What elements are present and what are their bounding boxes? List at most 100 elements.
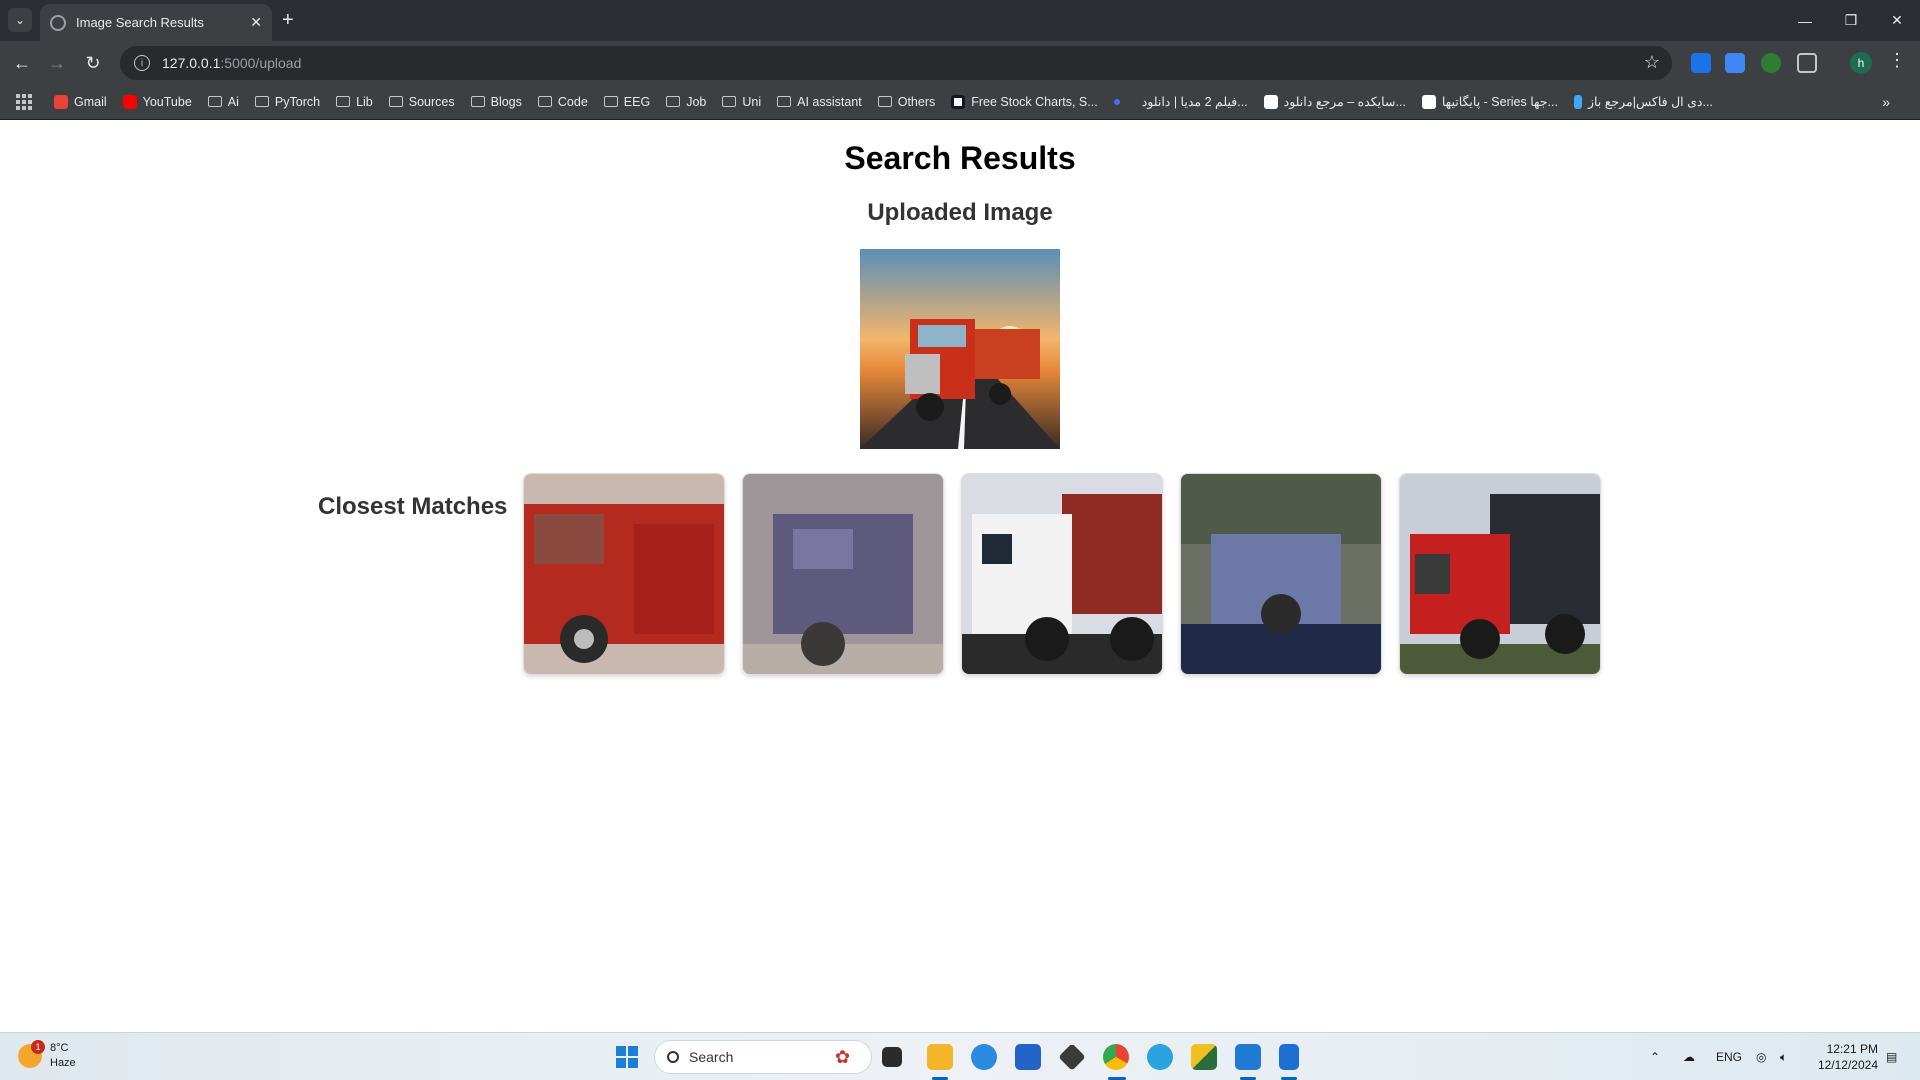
file-explorer-icon[interactable] <box>927 1044 953 1070</box>
network-icon[interactable]: ◎ <box>1756 1033 1766 1080</box>
active-tab[interactable]: Image Search Results ✕ <box>40 4 272 41</box>
bookmark-label: PyTorch <box>274 94 321 109</box>
bookmark-folder-uni[interactable]: Uni <box>722 95 761 109</box>
weather-badge: 1 <box>31 1040 45 1054</box>
uploaded-image <box>860 249 1060 449</box>
extension-globe-icon[interactable] <box>1761 53 1781 73</box>
bookmark-folder-sources[interactable]: Sources <box>388 94 455 109</box>
folder-icon <box>877 96 892 107</box>
vscode-icon[interactable] <box>1235 1044 1261 1070</box>
bookmark-label: Ai <box>227 94 239 109</box>
windows-start-icon[interactable] <box>616 1046 638 1068</box>
match-image[interactable] <box>523 473 725 675</box>
microsoft-store-icon[interactable] <box>1015 1044 1041 1070</box>
bookmark-youtube[interactable]: YouTube <box>122 94 192 109</box>
browser-menu-icon[interactable]: ⋮ <box>1888 50 1906 71</box>
folder-icon <box>388 96 403 107</box>
url-host: 127.0.0.1 <box>162 55 221 71</box>
bookmark-label: EEG <box>623 94 651 109</box>
tab-title: Image Search Results <box>76 15 204 30</box>
forward-button[interactable]: → <box>44 50 70 76</box>
bookmark-star-icon[interactable]: ☆ <box>1644 52 1660 73</box>
tab-search-button[interactable]: ⌄ <box>8 8 32 32</box>
page-title: Search Results <box>844 140 1076 176</box>
bookmark-tradingview[interactable]: Free Stock Charts, S... <box>951 94 1098 109</box>
notifications-icon[interactable]: ▤ <box>1886 1033 1897 1080</box>
bookmark-folder-job[interactable]: Job <box>666 95 706 109</box>
show-hidden-icons[interactable]: ⌃ <box>1650 1033 1660 1080</box>
page-content: Search Results Uploaded Image Closest Ma… <box>0 120 1920 1080</box>
tradingview-icon <box>951 94 966 109</box>
bookmark-label: Lib <box>356 94 373 109</box>
bookmark-folder-eeg[interactable]: EEG <box>603 94 651 109</box>
new-tab-button[interactable]: + <box>282 10 294 30</box>
bookmark-label: Others <box>897 94 936 109</box>
bookmark-folder-code[interactable]: Code <box>537 95 588 109</box>
folder-icon <box>470 96 485 107</box>
d-site-icon <box>1573 94 1582 109</box>
bookmark-soft98[interactable]: سایکده – مرجع دانلود... <box>1263 94 1406 109</box>
url-path: :5000/upload <box>220 55 302 71</box>
bookmark-series[interactable]: پایگاتیها - Series جها... <box>1421 94 1558 109</box>
address-bar[interactable]: i 127.0.0.1:5000/upload ☆ <box>120 46 1672 80</box>
edge-icon[interactable] <box>971 1044 997 1070</box>
extensions-puzzle-icon[interactable] <box>1797 53 1817 73</box>
bookmark-film2media[interactable]: فیلم 2 مدیا | دانلود... <box>1142 94 1248 109</box>
reload-button[interactable]: ↻ <box>80 50 106 76</box>
bookmarks-overflow-icon[interactable]: » <box>1882 94 1890 110</box>
bookmark-folder-pytorch[interactable]: PyTorch <box>254 94 321 109</box>
bookmark-folder-others[interactable]: Others <box>877 94 936 109</box>
minimize-button[interactable]: — <box>1782 0 1828 41</box>
match-blue-truck-image <box>1181 474 1381 674</box>
bookmark-label: AI assistant <box>797 94 862 109</box>
bookmark-label: Sources <box>408 94 455 109</box>
taskbar-search-box[interactable]: Search ✿ <box>654 1040 872 1074</box>
language-indicator[interactable]: ENG <box>1716 1033 1742 1080</box>
apps-grid-icon[interactable] <box>16 93 32 110</box>
folder-icon <box>722 96 737 107</box>
extension-google-translate-icon[interactable] <box>1725 53 1745 73</box>
bookmark-folder-ai-assistant[interactable]: AI assistant <box>777 95 862 109</box>
bookmark-label: Job <box>686 94 707 109</box>
bookmark-site[interactable] <box>1113 98 1126 105</box>
bookmark-folder-blogs[interactable]: Blogs <box>470 95 522 109</box>
bookmark-gmail[interactable]: Gmail <box>54 94 107 109</box>
folder-icon <box>777 96 792 107</box>
app-hexagon-icon[interactable] <box>1058 1043 1086 1071</box>
extension-translate-icon[interactable] <box>1691 53 1711 73</box>
search-icon <box>667 1051 679 1063</box>
taskbar-search-placeholder: Search <box>689 1049 734 1065</box>
bookmark-dlfox[interactable]: دی ال فاکس|مرجع باز... <box>1573 94 1713 109</box>
bookmark-label: فیلم 2 مدیا | دانلود... <box>1141 95 1248 109</box>
match-image[interactable] <box>742 473 944 675</box>
uploaded-image-heading: Uploaded Image <box>867 199 1053 226</box>
tab-strip: ⌄ Image Search Results ✕ + — ❐ ✕ <box>0 0 1920 41</box>
app-gallery-icon[interactable] <box>1191 1044 1217 1070</box>
match-image[interactable] <box>1399 473 1601 675</box>
chrome-icon[interactable] <box>1103 1044 1129 1070</box>
telegram-icon[interactable] <box>1147 1044 1173 1070</box>
back-button[interactable]: ← <box>9 50 35 76</box>
s-site-icon <box>1263 94 1278 109</box>
bookmark-folder-ai[interactable]: Ai <box>207 94 239 109</box>
onedrive-icon[interactable]: ☁ <box>1683 1033 1695 1080</box>
bookmark-label: Free Stock Charts, S... <box>971 94 1098 109</box>
task-view-icon[interactable] <box>882 1047 902 1067</box>
folder-icon <box>666 96 681 107</box>
tab-close-icon[interactable]: ✕ <box>250 14 262 31</box>
system-clock[interactable]: 12:21 PM 12/12/2024 <box>1812 1041 1878 1073</box>
search-highlight-icon: ✿ <box>835 1047 851 1067</box>
restore-button[interactable]: ❐ <box>1828 0 1874 41</box>
weather-widget[interactable]: 1 8°C Haze <box>18 1040 76 1071</box>
bookmark-label: Gmail <box>74 94 107 109</box>
notepad-icon[interactable] <box>1279 1044 1299 1070</box>
folder-icon <box>603 96 618 107</box>
bookmark-folder-lib[interactable]: Lib <box>336 95 373 109</box>
site-info-icon[interactable]: i <box>134 55 150 71</box>
match-image[interactable] <box>961 473 1163 675</box>
volume-icon[interactable]: 🔈︎ <box>1780 1033 1787 1080</box>
profile-avatar[interactable]: h <box>1850 52 1872 74</box>
match-image[interactable] <box>1180 473 1382 675</box>
close-window-button[interactable]: ✕ <box>1874 0 1920 41</box>
folder-icon <box>254 96 269 107</box>
